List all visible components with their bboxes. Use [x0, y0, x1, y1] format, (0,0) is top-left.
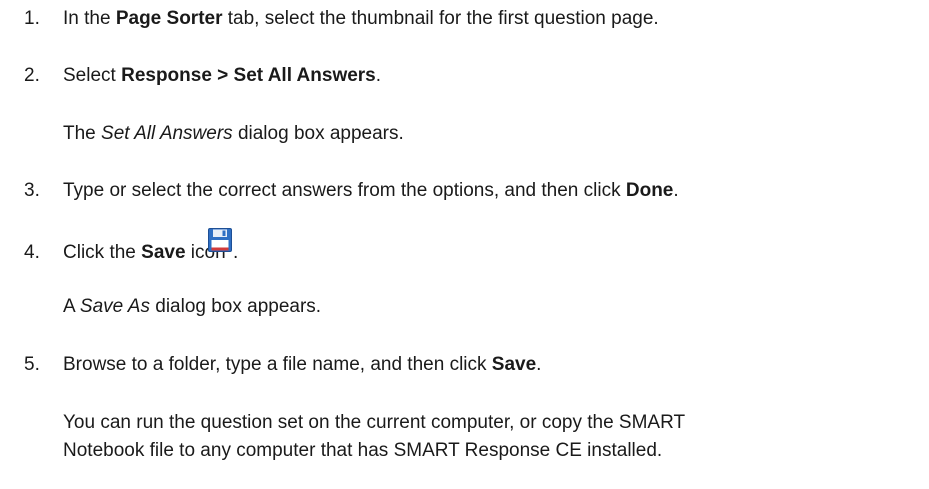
step-4-period: . — [233, 242, 239, 263]
ui-reference-save: Save — [491, 354, 537, 375]
note-part: dialog box appears. — [149, 296, 322, 317]
dialog-name: Save As — [79, 296, 150, 317]
note-part: dialog box appears. — [232, 123, 404, 144]
step-number: 2. — [24, 65, 40, 86]
step-text-part: . — [375, 65, 382, 86]
step-text-part: Select — [63, 65, 122, 86]
ui-reference-save: Save — [141, 242, 186, 263]
step-number: 1. — [24, 8, 40, 29]
step-number: 5. — [24, 354, 40, 375]
dialog-name: Set All Answers — [101, 123, 233, 144]
step-4-note: A Save As dialog box appears. — [63, 293, 321, 321]
note-part: A — [63, 296, 80, 317]
save-icon — [208, 228, 232, 252]
step-text-part: . — [673, 180, 679, 201]
step-text: Select Response > Set All Answers. — [63, 62, 381, 90]
step-number: 4. — [24, 242, 40, 263]
step-2-note: The Set All Answers dialog box appears. — [63, 120, 404, 148]
step-text: Browse to a folder, type a file name, an… — [63, 351, 541, 379]
ui-reference-done: Done — [625, 180, 674, 201]
step-text-part: tab, select the thumbnail for the first … — [222, 8, 659, 29]
step-text-part: Click the — [63, 242, 142, 263]
ui-reference-page-sorter: Page Sorter — [115, 8, 223, 29]
step-5-note-line-1: You can run the question set on the curr… — [63, 412, 686, 433]
step-text: In the Page Sorter tab, select the thumb… — [63, 5, 659, 33]
step-text-part: Browse to a folder, type a file name, an… — [63, 354, 492, 375]
step-text-part: Type or select the correct answers from … — [63, 180, 626, 201]
note-part: The — [63, 123, 102, 144]
step-text-part: In the — [63, 8, 116, 29]
step-number: 3. — [24, 180, 40, 201]
step-text: Type or select the correct answers from … — [63, 177, 679, 205]
step-text-part: . — [536, 354, 542, 375]
ui-reference-menu-path: Response > Set All Answers — [121, 65, 376, 86]
step-5-note-line-2: Notebook file to any computer that has S… — [63, 440, 663, 461]
step-text: Click the Save icon — [63, 239, 226, 267]
